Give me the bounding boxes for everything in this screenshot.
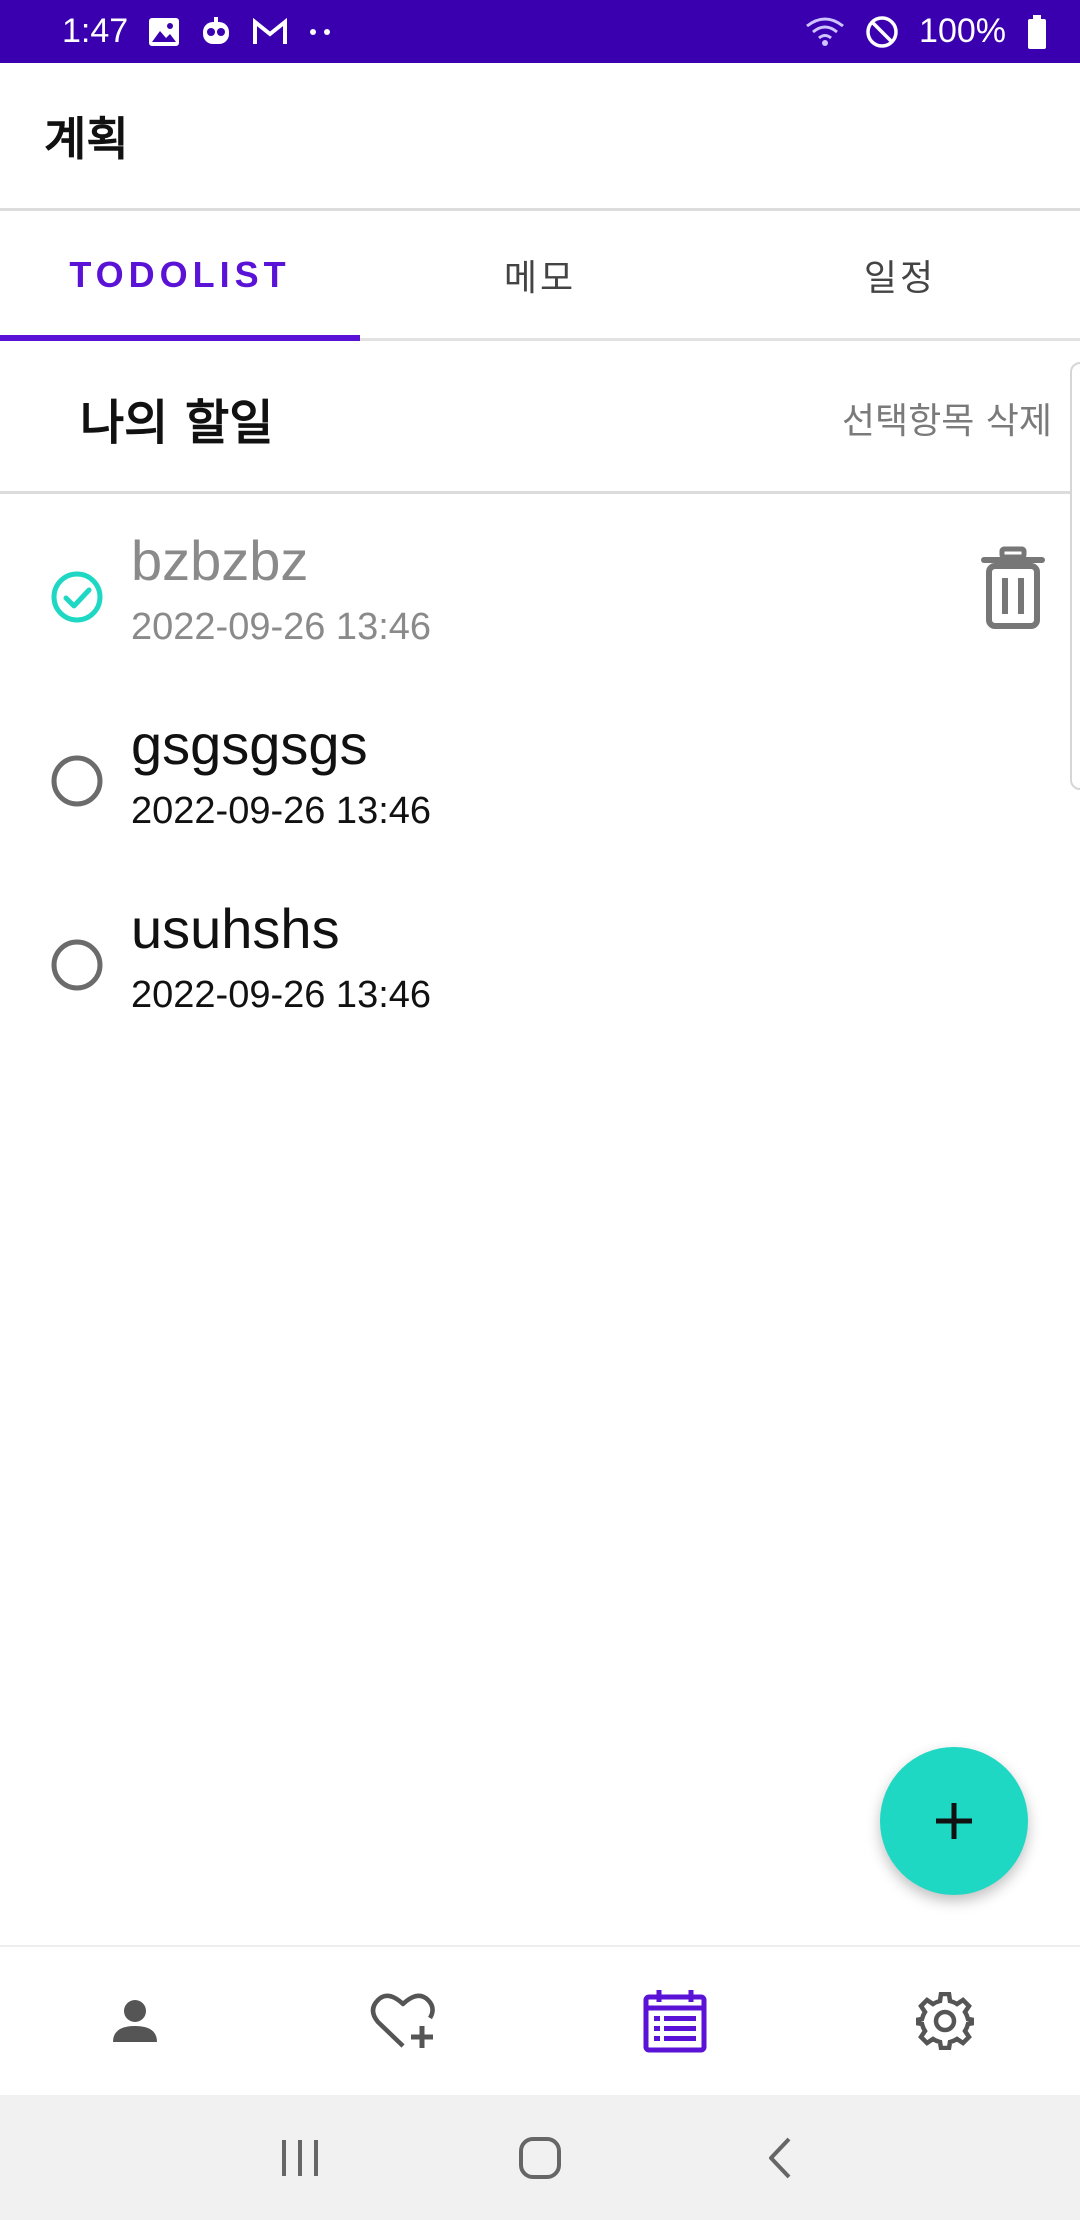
trash-icon[interactable]: [980, 546, 1046, 630]
do-not-disturb-icon: [865, 15, 899, 49]
todo-item[interactable]: bzbzbz 2022-09-26 13:46: [0, 494, 1080, 678]
system-nav-bar: [0, 2095, 1080, 2220]
todo-title: bzbzbz: [131, 529, 309, 592]
recent-apps-button[interactable]: [250, 2118, 350, 2198]
heart-plus-icon: [370, 1993, 435, 2048]
todo-title: gsgsgsgs: [131, 713, 368, 776]
calendar-list-icon: [643, 1990, 707, 2053]
tab-bar: TODOLIST 메모 일정: [0, 211, 1080, 341]
tab-todolist[interactable]: TODOLIST: [0, 211, 360, 341]
checked-circle-icon[interactable]: [50, 570, 104, 624]
todo-text: gsgsgsgs 2022-09-26 13:46: [131, 714, 431, 833]
recent-apps-icon: [282, 2139, 318, 2176]
nav-settings[interactable]: [810, 1947, 1080, 2095]
add-todo-button[interactable]: [880, 1747, 1028, 1895]
plus-icon: [936, 1803, 972, 1839]
list-header: 나의 할일 선택항목 삭제: [0, 344, 1080, 494]
nav-favorites[interactable]: [270, 1947, 540, 2095]
list-title: 나의 할일: [80, 394, 274, 451]
status-time: 1:47: [62, 12, 129, 50]
todo-text: usuhshs 2022-09-26 13:46: [131, 898, 431, 1017]
robot-face-icon: [200, 16, 232, 48]
todo-title: usuhshs: [131, 897, 340, 960]
todo-date: 2022-09-26 13:46: [131, 789, 432, 832]
todo-item[interactable]: gsgsgsgs 2022-09-26 13:46: [0, 678, 1080, 862]
back-icon: [769, 2137, 791, 2178]
todo-date: 2022-09-26 13:46: [131, 605, 432, 648]
todo-date: 2022-09-26 13:46: [131, 973, 432, 1016]
page-title: 계획: [44, 111, 129, 166]
home-button[interactable]: [490, 2118, 590, 2198]
screen: 1:47 100% 계획 TODOLIST 메모 일정 나의 할일 선택항목 삭…: [0, 0, 1080, 2220]
todo-text: bzbzbz 2022-09-26 13:46: [131, 530, 431, 649]
bottom-nav: [0, 1945, 1080, 2095]
todo-item[interactable]: usuhshs 2022-09-26 13:46: [0, 862, 1080, 1046]
delete-selected-button[interactable]: 선택항목 삭제: [842, 392, 1052, 444]
tab-schedule[interactable]: 일정: [720, 211, 1080, 338]
more-dots-icon: [308, 27, 334, 37]
home-icon: [519, 2136, 561, 2179]
app-bar: 계획: [0, 63, 1080, 211]
battery-icon: [1026, 14, 1048, 49]
status-right: 100%: [805, 12, 1048, 51]
nav-profile[interactable]: [0, 1947, 270, 2095]
image-icon: [148, 17, 180, 47]
nav-plan[interactable]: [540, 1947, 810, 2095]
unchecked-circle-icon[interactable]: [50, 938, 104, 992]
tab-memo[interactable]: 메모: [360, 211, 720, 338]
settings-icon: [916, 1992, 974, 2050]
wifi-icon: [805, 16, 845, 48]
unchecked-circle-icon[interactable]: [50, 754, 104, 808]
gmail-icon: [252, 17, 288, 46]
battery-percent: 100%: [919, 12, 1006, 50]
back-button[interactable]: [730, 2118, 830, 2198]
status-left: 1:47: [62, 12, 334, 51]
status-bar: 1:47 100%: [0, 0, 1080, 63]
todo-list: bzbzbz 2022-09-26 13:46 gsgsgsgs 2022-09…: [0, 494, 1080, 1046]
person-icon: [113, 2000, 157, 2042]
